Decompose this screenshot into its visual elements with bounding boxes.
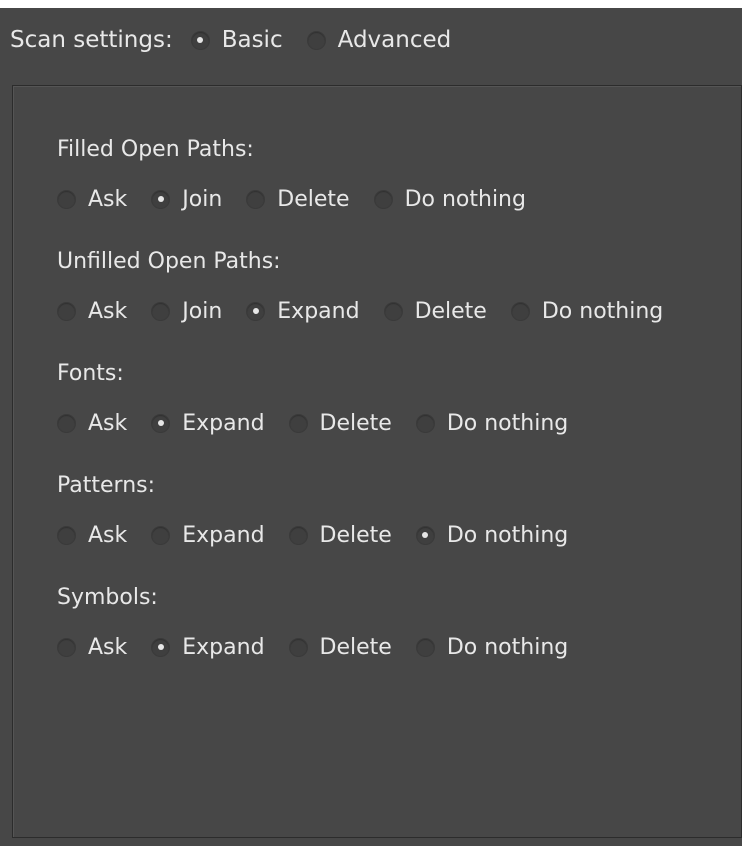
radio-unselected-icon[interactable] bbox=[383, 301, 403, 321]
option-label: Delete bbox=[319, 410, 392, 436]
options-group-box: Filled Open Paths: Ask Join Delete Do no… bbox=[12, 85, 742, 838]
patterns-ask-radio[interactable]: Ask bbox=[57, 523, 127, 548]
filled-open-paths-ask-radio[interactable]: Ask bbox=[57, 187, 127, 212]
options-row: Ask Join Delete Do nothing bbox=[57, 179, 737, 219]
radio-unselected-icon[interactable] bbox=[151, 301, 171, 321]
radio-unselected-icon[interactable] bbox=[57, 525, 76, 545]
scan-mode-basic-radio[interactable]: Basic bbox=[190, 27, 283, 53]
filled-open-paths-delete-radio[interactable]: Delete bbox=[246, 186, 350, 212]
symbols-do-nothing-radio[interactable]: Do nothing bbox=[415, 634, 569, 660]
section-filled-open-paths: Filled Open Paths: Ask Join Delete Do no… bbox=[57, 129, 737, 219]
fonts-expand-radio[interactable]: Expand bbox=[151, 410, 265, 436]
scan-settings-row: Scan settings: Basic Advanced bbox=[10, 20, 475, 60]
section-fonts: Fonts: Ask Expand Delete Do nothing bbox=[57, 353, 737, 443]
symbols-ask-radio[interactable]: Ask bbox=[57, 635, 127, 660]
option-label: Delete bbox=[414, 298, 487, 324]
option-label: Ask bbox=[88, 298, 128, 324]
unfilled-open-paths-join-radio[interactable]: Join bbox=[151, 299, 222, 324]
radio-selected-icon[interactable] bbox=[151, 189, 171, 209]
section-title: Unfilled Open Paths: bbox=[57, 248, 281, 274]
option-label: Expand bbox=[182, 410, 265, 436]
options-row: Ask Expand Delete Do nothing bbox=[57, 515, 737, 555]
patterns-delete-radio[interactable]: Delete bbox=[288, 522, 392, 548]
option-label: Expand bbox=[182, 522, 265, 548]
section-title: Patterns: bbox=[57, 472, 156, 498]
unfilled-open-paths-ask-radio[interactable]: Ask bbox=[57, 299, 127, 324]
radio-unselected-icon[interactable] bbox=[246, 189, 266, 209]
option-label: Join bbox=[182, 298, 223, 324]
section-title: Fonts: bbox=[57, 360, 124, 386]
radio-selected-icon[interactable] bbox=[190, 30, 210, 50]
radio-unselected-icon[interactable] bbox=[306, 30, 326, 50]
section-title: Symbols: bbox=[57, 584, 158, 610]
scan-settings-label: Scan settings: bbox=[10, 27, 173, 53]
radio-unselected-icon[interactable] bbox=[415, 637, 435, 657]
option-label: Ask bbox=[88, 522, 128, 548]
radio-selected-icon[interactable] bbox=[415, 525, 435, 545]
scan-mode-advanced-radio[interactable]: Advanced bbox=[306, 27, 452, 53]
radio-unselected-icon[interactable] bbox=[57, 189, 76, 209]
option-label: Expand bbox=[277, 298, 360, 324]
radio-unselected-icon[interactable] bbox=[151, 525, 171, 545]
section-symbols: Symbols: Ask Expand Delete Do nothing bbox=[57, 577, 737, 667]
radio-unselected-icon[interactable] bbox=[415, 413, 435, 433]
radio-unselected-icon[interactable] bbox=[57, 413, 76, 433]
section-unfilled-open-paths: Unfilled Open Paths: Ask Join Expand Del… bbox=[57, 241, 737, 331]
patterns-expand-radio[interactable]: Expand bbox=[151, 522, 265, 548]
radio-unselected-icon[interactable] bbox=[288, 637, 308, 657]
filled-open-paths-join-radio[interactable]: Join bbox=[151, 187, 222, 212]
radio-selected-icon[interactable] bbox=[151, 637, 171, 657]
option-label: Ask bbox=[88, 410, 128, 436]
radio-unselected-icon[interactable] bbox=[510, 301, 530, 321]
unfilled-open-paths-delete-radio[interactable]: Delete bbox=[383, 298, 487, 324]
radio-unselected-icon[interactable] bbox=[57, 637, 76, 657]
radio-unselected-icon[interactable] bbox=[57, 301, 76, 321]
fonts-do-nothing-radio[interactable]: Do nothing bbox=[415, 410, 569, 436]
fonts-delete-radio[interactable]: Delete bbox=[288, 410, 392, 436]
option-label: Delete bbox=[319, 522, 392, 548]
option-label: Delete bbox=[319, 634, 392, 660]
filled-open-paths-do-nothing-radio[interactable]: Do nothing bbox=[373, 186, 526, 212]
option-label: Do nothing bbox=[404, 186, 526, 212]
radio-selected-icon[interactable] bbox=[151, 413, 171, 433]
option-label: Do nothing bbox=[446, 410, 569, 436]
radio-unselected-icon[interactable] bbox=[373, 189, 393, 209]
symbols-delete-radio[interactable]: Delete bbox=[288, 634, 392, 660]
option-label: Do nothing bbox=[541, 298, 664, 324]
option-label: Join bbox=[182, 186, 223, 212]
option-label: Ask bbox=[88, 634, 128, 660]
radio-unselected-icon[interactable] bbox=[288, 525, 308, 545]
scan-mode-advanced-label: Advanced bbox=[337, 27, 452, 53]
option-label: Delete bbox=[277, 186, 350, 212]
option-label: Do nothing bbox=[446, 522, 569, 548]
options-row: Ask Expand Delete Do nothing bbox=[57, 403, 737, 443]
symbols-expand-radio[interactable]: Expand bbox=[151, 634, 265, 660]
unfilled-open-paths-do-nothing-radio[interactable]: Do nothing bbox=[510, 298, 664, 324]
radio-unselected-icon[interactable] bbox=[288, 413, 308, 433]
unfilled-open-paths-expand-radio[interactable]: Expand bbox=[246, 298, 360, 324]
radio-selected-icon[interactable] bbox=[246, 301, 266, 321]
options-row: Ask Join Expand Delete Do nothing bbox=[57, 291, 737, 331]
scan-mode-basic-label: Basic bbox=[221, 27, 283, 53]
option-label: Expand bbox=[182, 634, 265, 660]
options-row: Ask Expand Delete Do nothing bbox=[57, 627, 737, 667]
scan-settings-panel: Scan settings: Basic Advanced Filled Ope… bbox=[0, 8, 742, 846]
option-label: Ask bbox=[88, 186, 128, 212]
section-title: Filled Open Paths: bbox=[57, 136, 254, 162]
fonts-ask-radio[interactable]: Ask bbox=[57, 411, 127, 436]
section-patterns: Patterns: Ask Expand Delete Do nothing bbox=[57, 465, 737, 555]
patterns-do-nothing-radio[interactable]: Do nothing bbox=[415, 522, 569, 548]
option-label: Do nothing bbox=[446, 634, 569, 660]
